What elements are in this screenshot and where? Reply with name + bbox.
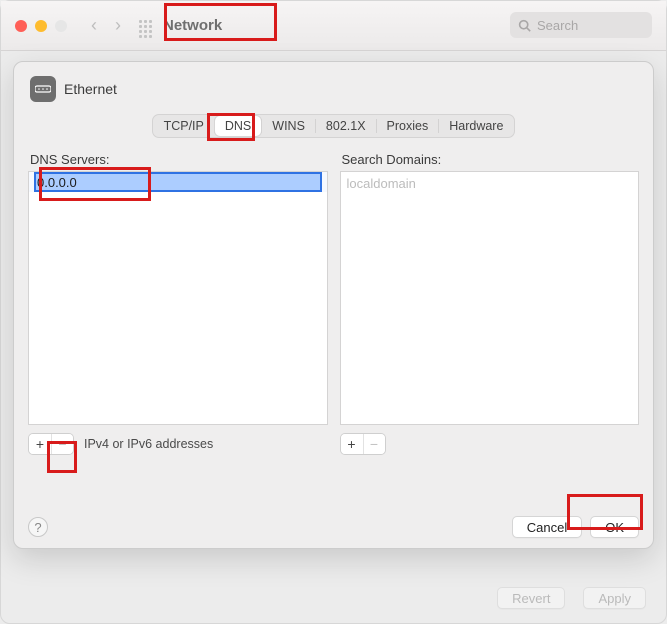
search-domains-column: Search Domains: localdomain + − [340,152,640,455]
search-field[interactable]: Search [510,12,652,38]
network-preferences-window: ‹ › Network Search Ethernet TCP/IP DNS W… [0,0,667,624]
window-title: Network [163,17,222,34]
apply-button[interactable]: Apply [583,587,646,609]
dns-add-remove: + − [28,433,74,455]
window-controls [15,20,67,32]
search-icon [518,19,531,32]
dns-servers-list[interactable] [28,171,328,425]
revert-button[interactable]: Revert [497,587,565,609]
dns-servers-label: DNS Servers: [28,152,328,167]
interface-name: Ethernet [64,81,117,97]
forward-button[interactable]: › [115,15,121,36]
dns-add-button[interactable]: + [29,434,51,454]
dns-remove-button[interactable]: − [51,434,73,454]
dns-hint: IPv4 or IPv6 addresses [84,437,213,451]
tab-8021x[interactable]: 802.1X [316,116,376,136]
search-domains-list[interactable]: localdomain [340,171,640,425]
tab-proxies[interactable]: Proxies [377,116,439,136]
tab-hardware[interactable]: Hardware [439,116,513,136]
window-footer: Revert Apply [497,587,646,609]
nav-arrows: ‹ › [91,15,121,36]
dns-sheet: Ethernet TCP/IP DNS WINS 802.1X Proxies … [13,61,654,549]
dns-server-input[interactable] [35,173,321,191]
domain-remove-button[interactable]: − [363,434,385,454]
search-placeholder: Search [537,18,578,33]
domain-add-button[interactable]: + [341,434,363,454]
ethernet-icon [30,76,56,102]
show-all-icon[interactable] [139,20,155,32]
dns-servers-column: DNS Servers: + − IPv4 or IPv6 addresses [28,152,328,455]
help-button[interactable]: ? [28,517,48,537]
ok-button[interactable]: OK [590,516,639,538]
sheet-header: Ethernet [26,76,641,110]
domains-add-remove: + − [340,433,386,455]
tab-bar: TCP/IP DNS WINS 802.1X Proxies Hardware [26,114,641,138]
minimize-window-button[interactable] [35,20,47,32]
back-button[interactable]: ‹ [91,15,97,36]
search-domain-placeholder: localdomain [341,172,639,195]
tab-dns[interactable]: DNS [215,116,261,136]
close-window-button[interactable] [15,20,27,32]
tab-wins[interactable]: WINS [262,116,315,136]
sheet-footer: ? Cancel OK [14,506,653,548]
cancel-button[interactable]: Cancel [512,516,582,538]
zoom-window-button[interactable] [55,20,67,32]
search-domains-label: Search Domains: [340,152,640,167]
tab-tcpip[interactable]: TCP/IP [154,116,214,136]
titlebar: ‹ › Network Search [1,1,666,51]
dns-server-row[interactable] [29,172,327,192]
